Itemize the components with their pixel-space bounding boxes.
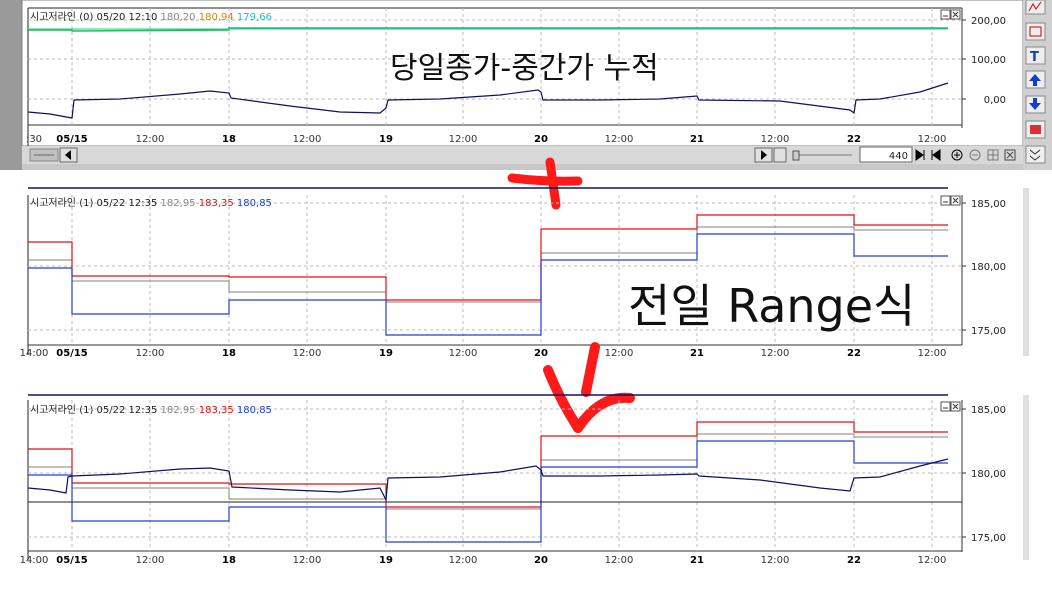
x-tick-label: 05/15: [56, 134, 88, 145]
x-tick-label: 20: [534, 348, 548, 359]
x-tick-label: 19: [379, 134, 393, 145]
panel-2-window-buttons[interactable]: [940, 195, 961, 206]
high-line-series: [28, 421, 948, 508]
scrollbar[interactable]: 440: [22, 146, 1023, 164]
panel-3: 시고저라인 (1) 05/22 12:35 182,95 183,35 180,…: [20, 394, 1029, 566]
x-tick-label: 19: [379, 555, 393, 566]
x-tick-label: 12:00: [449, 134, 478, 145]
x-tick-label: 12:00: [761, 348, 790, 359]
y-tick-label: 100,00: [971, 55, 1006, 66]
panel-1-header: 시고저라인 (0) 05/20 12:10 180,20 180,94 179,…: [30, 11, 272, 23]
zoom-value: 440: [889, 151, 908, 162]
header-info: (0) 05/20 12:10: [79, 12, 157, 23]
panel-1-window-buttons[interactable]: [940, 9, 961, 20]
panel-3-window-buttons[interactable]: [940, 401, 961, 412]
y-tick-label: 185,00: [971, 199, 1006, 210]
annotation-text: 전일 Range식: [628, 279, 915, 333]
x-tick-label: 22: [847, 134, 861, 145]
header-name: 시고저라인: [30, 11, 76, 23]
panel-2: 시고저라인 (1) 05/22 12:35 182,95 183,35 180,…: [20, 187, 1029, 359]
x-tick-label: 22: [847, 555, 861, 566]
header-value-2: 180,94: [199, 12, 234, 23]
y-tick-label: 175,00: [971, 326, 1006, 337]
svg-text:T: T: [1030, 50, 1039, 65]
x-tick-label: 12:00: [293, 555, 322, 566]
y-tick-label: 200,00: [971, 16, 1006, 27]
x-tick-label: 12:00: [136, 134, 165, 145]
x-tick-label: 21: [690, 134, 704, 145]
header-value-3: 179,66: [237, 12, 272, 23]
x-tick-label: 12:00: [918, 134, 947, 145]
x-tick-label: 20: [534, 134, 548, 145]
x-tick-label: 12:00: [918, 555, 947, 566]
x-tick-label: 14:00: [20, 555, 49, 566]
x-tick-label: 12:00: [918, 348, 947, 359]
x-tick-label: 12:00: [761, 134, 790, 145]
x-tick-label: 12:00: [293, 348, 322, 359]
x-tick-label: 12:00: [605, 348, 634, 359]
low-line-series: [28, 440, 948, 543]
zoom-slider-thumb[interactable]: [792, 150, 800, 161]
chart-icon[interactable]: [1025, 0, 1046, 15]
x-tick-label: 12:00: [293, 134, 322, 145]
y-tick-label: 175,00: [971, 533, 1006, 544]
x-tick-label: 12:00: [449, 555, 478, 566]
cumulative-overlay-series: [27, 458, 949, 503]
y-tick-label: 180,00: [971, 469, 1006, 480]
right-toolbar: T: [1023, 0, 1052, 170]
x-tick-label: 21: [690, 555, 704, 566]
x-tick-label: 22: [847, 348, 861, 359]
red-arrow-marker: [543, 342, 635, 433]
stage: 시고저라인 (0) 05/20 12:10 180,20 180,94 179,…: [0, 0, 1052, 566]
x-tick-label: 12:00: [605, 555, 634, 566]
header-value-1: 180,20: [161, 12, 196, 23]
x-tick-label: 12:00: [449, 348, 478, 359]
panel-1: 시고저라인 (0) 05/20 12:10 180,20 180,94 179,…: [0, 0, 1052, 170]
x-tick-label: 12:00: [136, 348, 165, 359]
x-tick-label: 18: [222, 348, 236, 359]
x-tick-label: 12:00: [605, 134, 634, 145]
x-tick-label: 18: [222, 134, 236, 145]
x-tick-label: 20: [534, 555, 548, 566]
annotation-text: 당일종가-중간가 누적: [390, 51, 659, 86]
svg-text:시고저라인 (0) 05/20 12:10 180,20 1: 시고저라인 (0) 05/20 12:10 180,20 180,94 179,…: [30, 11, 272, 23]
y-tick-label: 0,00: [984, 95, 1006, 106]
x-tick-label: 05/15: [56, 555, 88, 566]
y-tick-label: 185,00: [971, 405, 1006, 416]
x-tick-label: 19: [379, 348, 393, 359]
x-tick-label: 21: [690, 348, 704, 359]
panel-2-header: 시고저라인 (1) 05/22 12:35 182,95 183,35 180,…: [30, 197, 272, 209]
panel-3-header: 시고저라인 (1) 05/22 12:35 182,95 183,35 180,…: [30, 404, 272, 416]
indicator-icon[interactable]: [1025, 22, 1046, 41]
x-tick-label: 05/15: [56, 348, 88, 359]
x-tick-label: :30: [26, 134, 42, 145]
x-tick-label: 14:00: [20, 348, 49, 359]
x-tick-label: 18: [222, 555, 236, 566]
x-tick-label: 12:00: [761, 555, 790, 566]
y-tick-label: 180,00: [971, 262, 1006, 273]
mid-line-series: [28, 433, 948, 510]
expand-icon[interactable]: [1025, 145, 1046, 164]
x-tick-label: 12:00: [136, 555, 165, 566]
